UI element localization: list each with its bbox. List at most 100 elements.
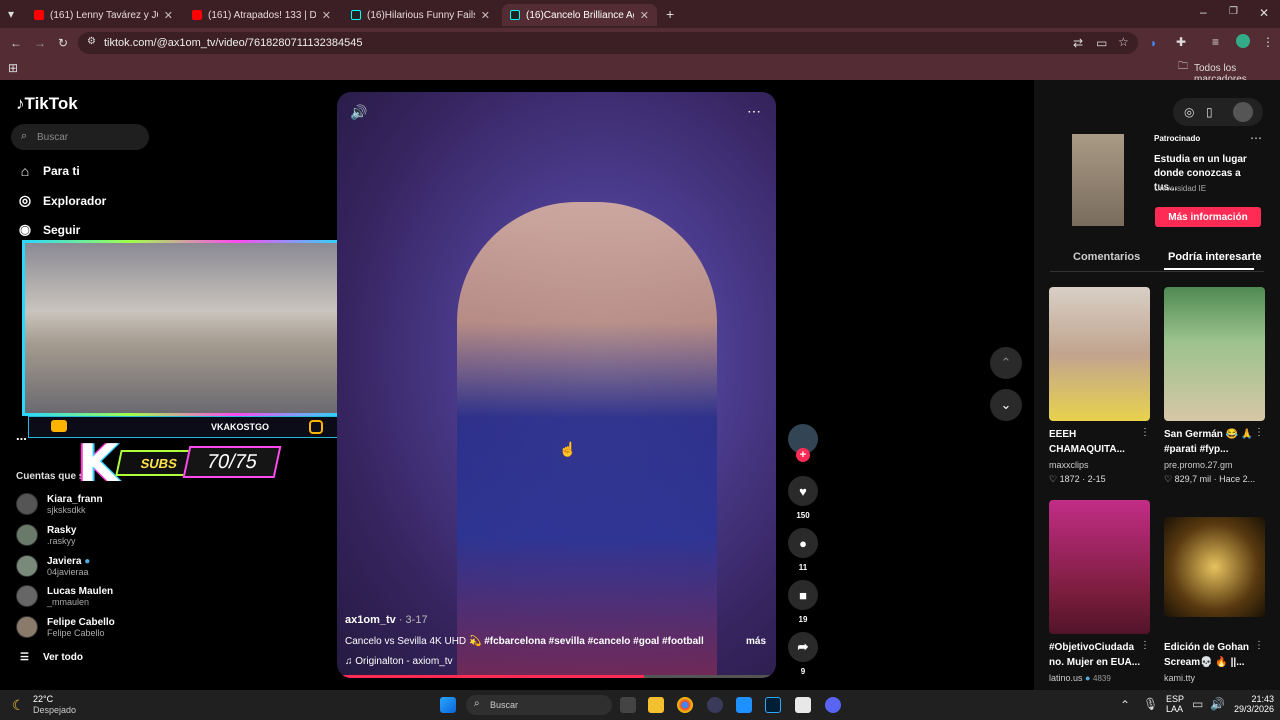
card-author[interactable]: pre.promo.27.gm xyxy=(1164,460,1233,470)
card-more-icon[interactable]: ⋮ xyxy=(1254,428,1264,438)
close-window-icon[interactable]: ✕ xyxy=(1259,7,1269,19)
account-item[interactable]: Felipe Cabello Felipe Cabello xyxy=(16,616,115,638)
close-tab-icon[interactable]: ✕ xyxy=(475,9,490,22)
discord-icon[interactable] xyxy=(825,697,841,713)
taskbar-search[interactable]: ⌕ Buscar xyxy=(466,695,612,715)
translate-icon[interactable]: ⇄ xyxy=(1073,37,1083,49)
browser-tab-active[interactable]: (16)Cancelo Brilliance Agai ✕ xyxy=(502,4,657,26)
close-tab-icon[interactable]: ✕ xyxy=(316,9,331,22)
card-title[interactable]: San Germán 😂 🙏 #parati #fyp... xyxy=(1164,427,1259,457)
close-tab-icon[interactable]: ✕ xyxy=(158,9,173,22)
tray-expand-icon[interactable]: ⌃ xyxy=(1120,699,1130,711)
reload-icon[interactable]: ↻ xyxy=(58,37,68,49)
avatar xyxy=(16,555,38,577)
video-caption: Cancelo vs Sevilla 4K UHD 💫 #fcbarcelona… xyxy=(345,636,704,647)
card-more-icon[interactable]: ⋮ xyxy=(1140,428,1150,438)
save-button[interactable]: ■ 19 xyxy=(788,580,818,624)
volume-icon[interactable]: 🔊 xyxy=(350,105,367,119)
browser-tab[interactable]: (161) Lenny Tavárez y JQuiles e ✕ xyxy=(26,4,181,26)
video-frame xyxy=(457,202,717,678)
like-button[interactable]: ♥ 150 xyxy=(788,476,818,520)
card-title[interactable]: EEEH CHAMAQUITA... xyxy=(1049,427,1149,457)
apps-grid-icon[interactable]: ⊞ xyxy=(8,62,18,74)
app-icon[interactable] xyxy=(736,697,752,713)
card-author[interactable]: maxxclips xyxy=(1049,460,1089,470)
card-more-icon[interactable]: ⋮ xyxy=(1254,641,1264,651)
tab-comments[interactable]: Comentarios xyxy=(1073,251,1140,263)
browser-tab[interactable]: (161) Atrapados! 133 | Delincue ✕ xyxy=(184,4,339,26)
video-sound[interactable]: ♫ Originalton - axiom_tv xyxy=(345,656,453,667)
comment-button[interactable]: ● 11 xyxy=(788,528,818,572)
account-item[interactable]: Rasky .raskyy xyxy=(16,524,76,546)
reading-list-icon[interactable]: ≡ xyxy=(1212,36,1219,48)
clock[interactable]: 21:43 29/3/2026 xyxy=(1226,694,1274,714)
card-author[interactable]: latino.us ● 4839 xyxy=(1049,673,1111,683)
back-icon[interactable]: ← xyxy=(10,37,22,49)
extensions-puzzle-icon[interactable]: ✚ xyxy=(1176,36,1186,48)
nav-explore[interactable]: ◎ Explorador xyxy=(16,192,106,209)
video-thumbnail[interactable] xyxy=(1164,287,1265,421)
cast-icon[interactable]: ▭ xyxy=(1096,37,1107,49)
app-icon[interactable] xyxy=(707,697,723,713)
card-title[interactable]: Edición de Gohan Scream💀 🔥 ||... xyxy=(1164,640,1259,670)
more-options-icon[interactable]: ⋯ xyxy=(747,104,761,118)
tiktok-logo[interactable]: ♪TikTok xyxy=(16,94,78,114)
video-thumbnail[interactable] xyxy=(1049,500,1150,634)
volume-icon[interactable]: 🔊 xyxy=(1210,698,1225,710)
weather-temp[interactable]: 22°C xyxy=(33,694,53,704)
task-view-icon[interactable] xyxy=(620,697,636,713)
document-icon[interactable] xyxy=(795,697,811,713)
weather-moon-icon: ☾ xyxy=(12,697,25,713)
device-icon[interactable]: ▯ xyxy=(1206,106,1213,118)
avatar xyxy=(16,616,38,638)
chrome-icon[interactable] xyxy=(677,697,693,713)
card-author[interactable]: kami.tty xyxy=(1164,673,1195,683)
follow-plus-icon[interactable]: + xyxy=(796,448,810,462)
site-info-icon[interactable]: ⚙ xyxy=(87,37,96,47)
restore-icon[interactable]: ❐ xyxy=(1229,7,1238,17)
address-bar[interactable]: ⚙ tiktok.com/@ax1om_tv/video/76182807111… xyxy=(78,32,1138,54)
forward-icon[interactable]: → xyxy=(34,37,46,49)
bookmark-star-icon[interactable]: ☆ xyxy=(1118,36,1129,48)
search-input[interactable]: ⌕ Buscar xyxy=(11,124,149,150)
close-tab-icon[interactable]: ✕ xyxy=(634,9,649,22)
card-more-icon[interactable]: ⋮ xyxy=(1140,641,1150,651)
previous-video-button[interactable]: ⌃ xyxy=(990,347,1022,379)
user-avatar[interactable] xyxy=(1233,102,1253,122)
video-progress-bar[interactable] xyxy=(337,675,776,678)
extension-icon[interactable]: ◗ xyxy=(1150,37,1157,49)
new-tab-icon[interactable]: + xyxy=(666,7,674,21)
author-avatar[interactable]: + xyxy=(788,424,818,462)
share-button[interactable]: ➦ 9 xyxy=(788,632,818,676)
minimize-icon[interactable]: – xyxy=(1200,6,1207,18)
ad-thumbnail[interactable] xyxy=(1072,134,1124,226)
next-video-button[interactable]: ⌄ xyxy=(990,389,1022,421)
tab-list-icon[interactable]: ▾ xyxy=(8,8,14,20)
menu-kebab-icon[interactable]: ⋮ xyxy=(1262,36,1274,48)
nav-for-you[interactable]: ⌂ Para ti xyxy=(16,163,80,179)
account-item[interactable]: Kiara_frann sjksksdkk xyxy=(16,493,103,515)
ad-cta-button[interactable]: Más información xyxy=(1155,207,1261,227)
card-title[interactable]: #ObjetivoCiudada no. Mujer en EUA... xyxy=(1049,640,1149,670)
video-thumbnail[interactable] xyxy=(1164,517,1265,617)
tab-suggested[interactable]: Podría interesarte xyxy=(1168,251,1262,263)
video-player[interactable]: 🔊 ⋯ ☝ ax1om_tv · 3-17 Cancelo vs Sevilla… xyxy=(337,92,776,678)
language-indicator[interactable]: ESP LAA xyxy=(1166,694,1184,714)
network-icon[interactable]: ▭ xyxy=(1192,698,1203,710)
video-thumbnail[interactable] xyxy=(1049,287,1150,421)
see-all-link[interactable]: ☰ Ver todo xyxy=(20,652,83,663)
file-explorer-icon[interactable] xyxy=(648,697,664,713)
account-item[interactable]: Lucas Maulen _mmaulen xyxy=(16,585,113,607)
profile-avatar[interactable] xyxy=(1236,34,1250,48)
video-author[interactable]: ax1om_tv · 3-17 xyxy=(345,614,428,626)
ad-more-icon[interactable]: ⋯ xyxy=(1250,132,1262,144)
browser-tab[interactable]: (16)Hilarious Funny Fails Comp ✕ xyxy=(343,4,498,26)
photoshop-icon[interactable] xyxy=(765,697,781,713)
more-caption-link[interactable]: más xyxy=(746,636,766,647)
activity-icon[interactable]: ◎ xyxy=(1184,106,1194,118)
windows-start-icon[interactable] xyxy=(440,697,456,713)
weather-text: Despejado xyxy=(33,705,77,715)
account-item[interactable]: Javiera ● 04javieraa xyxy=(16,555,90,577)
home-icon: ⌂ xyxy=(20,163,30,179)
microphone-icon[interactable]: 🎙 xyxy=(1143,698,1158,710)
